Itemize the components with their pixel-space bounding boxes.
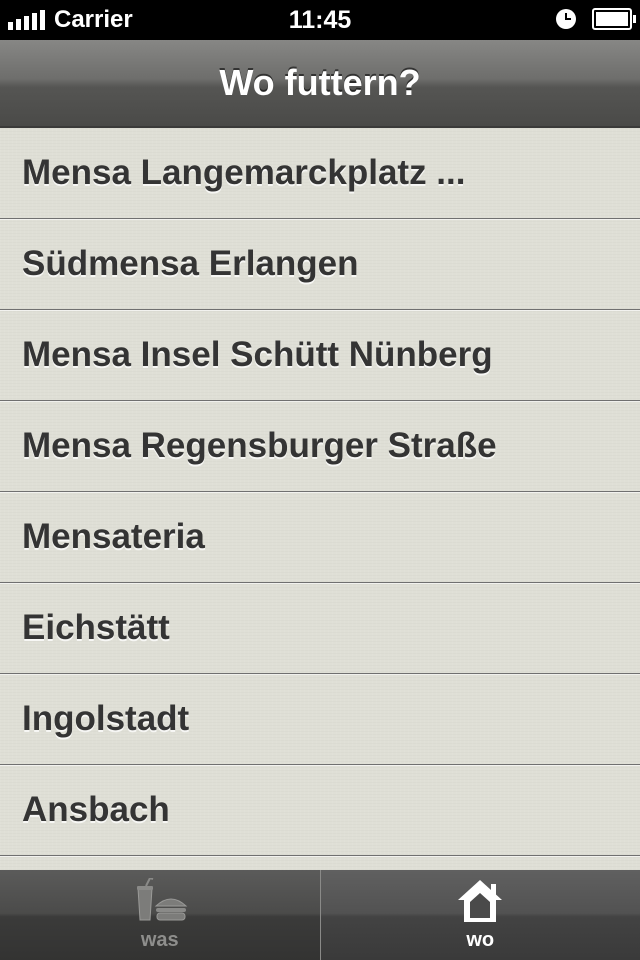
drink-burger-icon	[136, 878, 188, 921]
tab-was[interactable]: was	[0, 870, 320, 960]
battery-icon	[592, 8, 636, 30]
page-title: Wo futtern?	[219, 62, 421, 103]
status-time: 11:45	[288, 6, 352, 34]
list-item-label: Ansbach	[22, 790, 170, 829]
mensa-list[interactable]: Mensa Langemarckplatz ... Südmensa Erlan…	[0, 128, 640, 870]
tab-bar: was wo	[0, 870, 640, 960]
list-item-label: Südmensa Erlangen	[22, 244, 359, 283]
list-item-label: Mensateria	[22, 517, 205, 556]
list-item[interactable]: Mensa Insel Schütt Nünberg	[0, 310, 640, 401]
house-icon	[458, 880, 503, 922]
list-item[interactable]: Eichstätt	[0, 583, 640, 674]
list-item[interactable]: Südmensa Erlangen	[0, 219, 640, 310]
list-item[interactable]: Ansbach	[0, 765, 640, 856]
list-item[interactable]: Mensa Langemarckplatz ...	[0, 128, 640, 219]
navigation-bar: Wo futtern?	[0, 40, 640, 128]
list-item[interactable]: Mensateria	[0, 492, 640, 583]
alarm-icon	[556, 9, 576, 29]
status-bar: Carrier 11:45	[0, 0, 640, 40]
tab-label: was	[140, 929, 179, 951]
tab-wo[interactable]: wo	[319, 870, 640, 960]
list-item-label: Mensa Langemarckplatz ...	[22, 153, 466, 192]
list-item-label: Mensa Insel Schütt Nünberg	[22, 335, 493, 374]
list-item-label: Ingolstadt	[22, 699, 190, 738]
list-item[interactable]: Ingolstadt	[0, 674, 640, 765]
list-item[interactable]: Mensa Regensburger Straße	[0, 401, 640, 492]
list-item-label: Mensa Regensburger Straße	[22, 426, 497, 465]
tab-label: wo	[466, 929, 495, 951]
list-item-label: Eichstätt	[22, 608, 170, 647]
